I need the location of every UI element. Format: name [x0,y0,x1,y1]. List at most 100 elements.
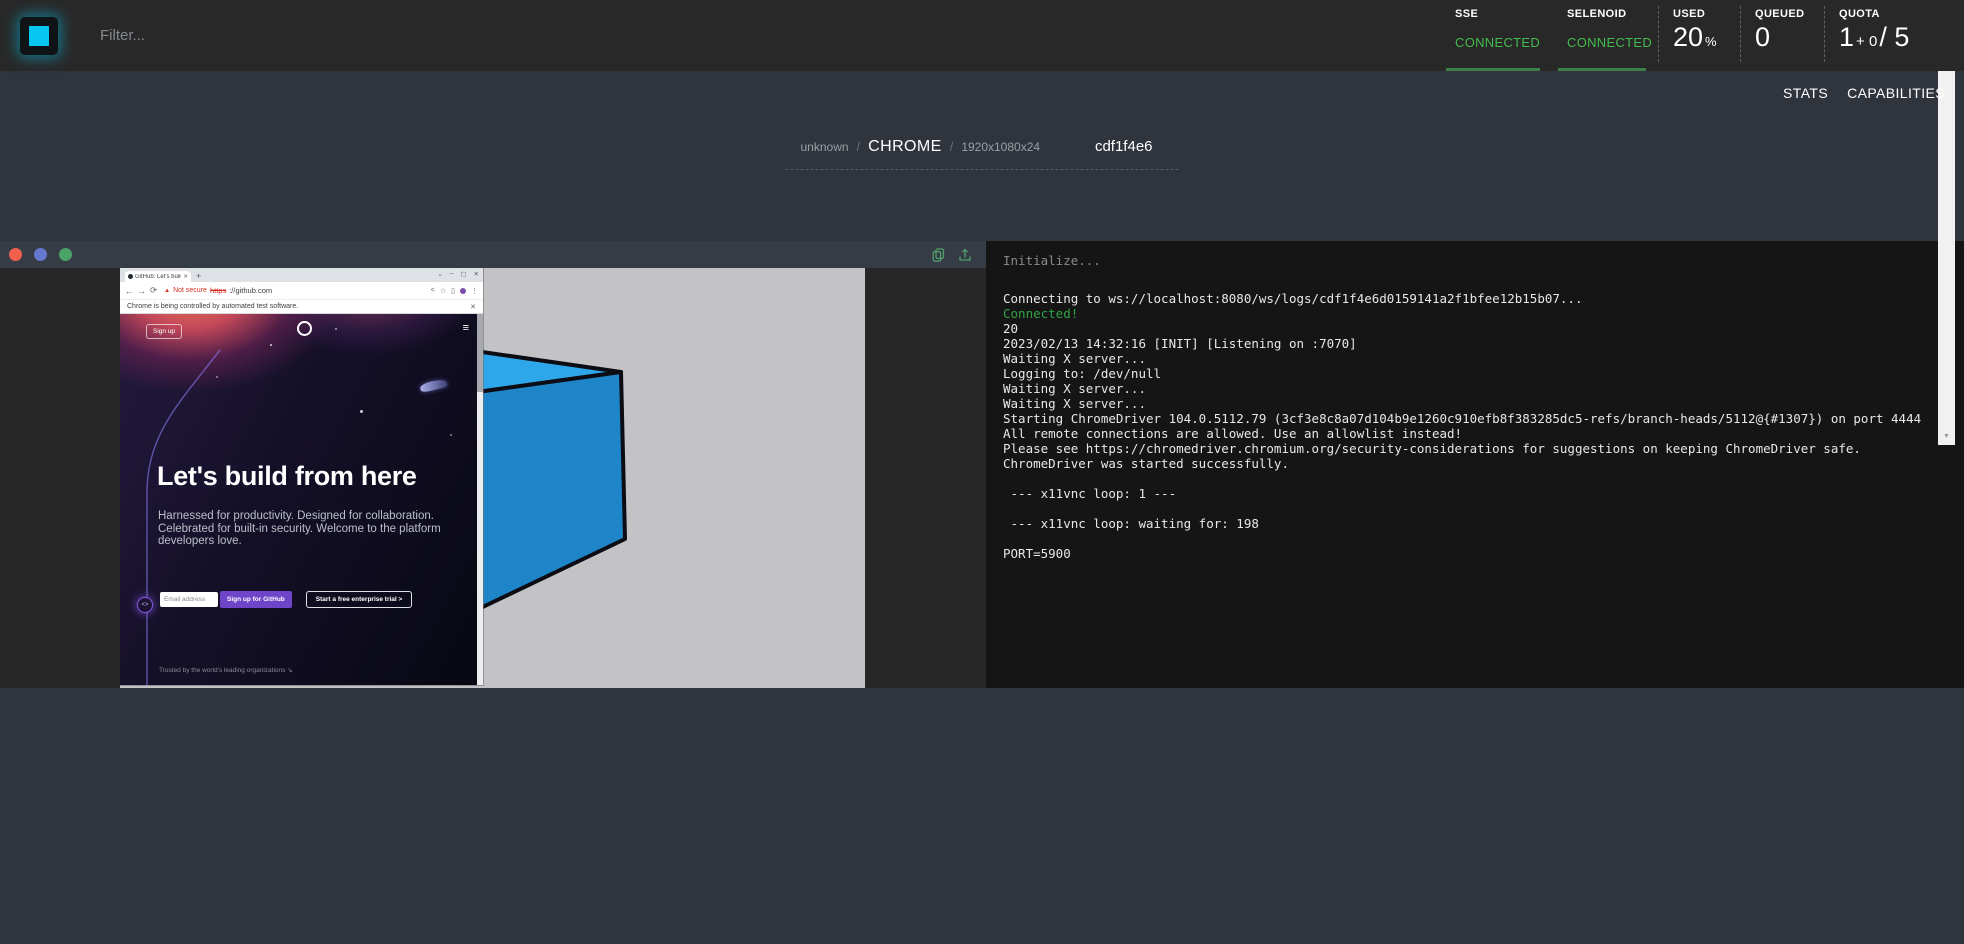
vnc-screen[interactable]: GitHub: Let's build from he... ✕ + ⌄ – ▢… [120,268,865,688]
scroll-down-icon[interactable]: ▼ [1938,433,1955,440]
log-line: --- x11vnc loop: waiting for: 198 [1003,516,1914,531]
filter-input[interactable] [98,26,522,45]
page-scrollbar-thumb[interactable] [477,314,483,392]
subnav: STATS CAPABILITIES [1783,71,1964,101]
log-line: Waiting X server... [1003,351,1914,366]
stat-selenoid-label: SELENOID [1567,8,1658,20]
log-line: Connecting to ws://localhost:8080/ws/log… [1003,291,1914,306]
address-bar[interactable]: ▲ Not secure https ://github.com [164,286,427,295]
email-field[interactable] [160,592,218,607]
log-line: --- x11vnc loop: 1 --- [1003,486,1914,501]
vnc-panel: GitHub: Let's build from he... ✕ + ⌄ – ▢… [0,241,986,688]
forward-icon[interactable]: → [138,286,147,296]
back-icon[interactable]: ← [125,286,134,296]
stat-queued-label: QUEUED [1755,8,1824,20]
session-quota-name: unknown [801,140,849,154]
github-logo[interactable] [297,321,312,336]
session-row[interactable]: unknown / CHROME / 1920x1080x24 cdf1f4e6 [786,138,1179,170]
url-text: ://github.com [229,286,272,295]
log-line: Waiting X server... [1003,396,1914,411]
side-panel-icon[interactable]: ▯ [451,287,455,295]
upload-icon[interactable] [958,248,972,262]
infobar-close-icon[interactable]: ✕ [470,303,476,311]
maximize-icon[interactable]: ▢ [460,270,466,278]
log-line: Initialize... [1003,253,1914,268]
log-line [1003,276,1914,291]
app-logo-icon [29,26,49,46]
enterprise-trial-button[interactable]: Start a free enterprise trial > [306,591,413,608]
stat-selenoid-value: CONNECTED [1567,35,1658,50]
traffic-light-expand[interactable] [59,248,72,261]
vnc-panel-header [0,241,986,268]
top-header: SSE CONNECTED SELENOID CONNECTED USED 20… [0,0,1964,71]
page-scrollbar[interactable] [477,314,483,685]
session-id[interactable]: cdf1f4e6 [1095,138,1153,155]
bookmark-star-icon[interactable]: ☆ [440,287,446,295]
code-badge-icon: <> [137,597,153,613]
minimize-icon[interactable]: – [450,270,454,278]
log-line: Waiting X server... [1003,381,1914,396]
warning-icon: ▲ [164,288,170,294]
stat-sse-value: CONNECTED [1455,35,1552,50]
stat-queued-value: 0 [1755,22,1824,53]
trusted-by-text: Trusted by the world's leading organizat… [159,666,293,674]
star-dot [450,434,452,436]
reload-icon[interactable]: ⟳ [150,285,157,296]
github-hero-page: Sign up ≡ Let's build from here Harnesse… [120,314,483,685]
session-info: unknown / CHROME / 1920x1080x24 [801,138,1041,156]
tab-search-icon[interactable]: ⌄ [437,270,442,278]
share-icon[interactable]: < [431,287,435,294]
session-log: Initialize... Connecting to ws://localho… [986,241,1964,688]
tab-close-icon[interactable]: ✕ [183,274,188,280]
stat-quota-value: 1+ 0/ 5 [1839,22,1964,53]
close-icon[interactable]: ✕ [474,270,479,278]
automation-infobar: Chrome is being controlled by automated … [120,299,483,314]
new-tab-button[interactable]: + [196,272,201,281]
stat-selenoid: SELENOID CONNECTED [1552,0,1658,71]
stat-sse: SSE CONNECTED [1440,0,1552,71]
stat-used-value: 20% [1673,22,1740,53]
star-dot [270,344,272,346]
browser-tabstrip: GitHub: Let's build from he... ✕ + ⌄ – ▢… [120,268,483,282]
tab-stats[interactable]: STATS [1783,85,1828,101]
browser-window-controls: ⌄ – ▢ ✕ [437,270,479,278]
session-separator: / [857,139,861,154]
status-bar: SSE CONNECTED SELENOID CONNECTED USED 20… [1440,0,1964,71]
browser-tab[interactable]: GitHub: Let's build from he... ✕ [125,271,191,282]
stat-used-label: USED [1673,8,1740,20]
vnc-actions [932,248,972,262]
log-line: Please see https://chromedriver.chromium… [1003,441,1914,456]
log-line [1003,471,1914,486]
stat-queued: QUEUED 0 [1740,0,1824,71]
traffic-light-close[interactable] [9,248,22,261]
tab-capabilities[interactable]: CAPABILITIES [1847,85,1945,101]
browser-urlbar: ← → ⟳ ▲ Not secure https ://github.com <… [120,282,483,299]
stat-quota: QUOTA 1+ 0/ 5 [1824,0,1964,71]
stat-quota-label: QUOTA [1839,8,1964,20]
session-resolution: 1920x1080x24 [961,140,1040,154]
profile-avatar[interactable] [460,288,466,294]
traffic-light-minimize[interactable] [34,248,47,261]
hero-signup-button[interactable]: Sign up [146,324,182,339]
hamburger-menu-icon[interactable]: ≡ [463,322,469,334]
not-secure-label: Not secure [173,287,207,294]
star-dot [216,376,218,378]
hero-cta-row: Sign up for GitHub Start a free enterpri… [160,591,412,608]
log-line [1003,501,1914,516]
copy-icon[interactable] [932,248,945,262]
spaceship-illustration [419,378,447,394]
hero-heading: Let's build from here [157,461,417,492]
log-line: ChromeDriver was started successfully. [1003,456,1914,471]
github-favicon [128,274,133,279]
stat-sse-label: SSE [1455,8,1552,20]
log-line: PORT=5900 [1003,546,1914,561]
hero-paragraph: Harnessed for productivity. Designed for… [158,510,450,548]
infobar-text: Chrome is being controlled by automated … [127,303,298,310]
log-line: 20 [1003,321,1914,336]
url-scheme: https [210,286,226,295]
browser-tab-title: GitHub: Let's build from he... [135,274,181,280]
remote-browser-window: GitHub: Let's build from he... ✕ + ⌄ – ▢… [120,268,483,685]
signup-for-github-button[interactable]: Sign up for GitHub [220,591,292,608]
browser-menu-icon[interactable]: ⋮ [471,287,478,295]
app-logo[interactable] [20,17,58,55]
